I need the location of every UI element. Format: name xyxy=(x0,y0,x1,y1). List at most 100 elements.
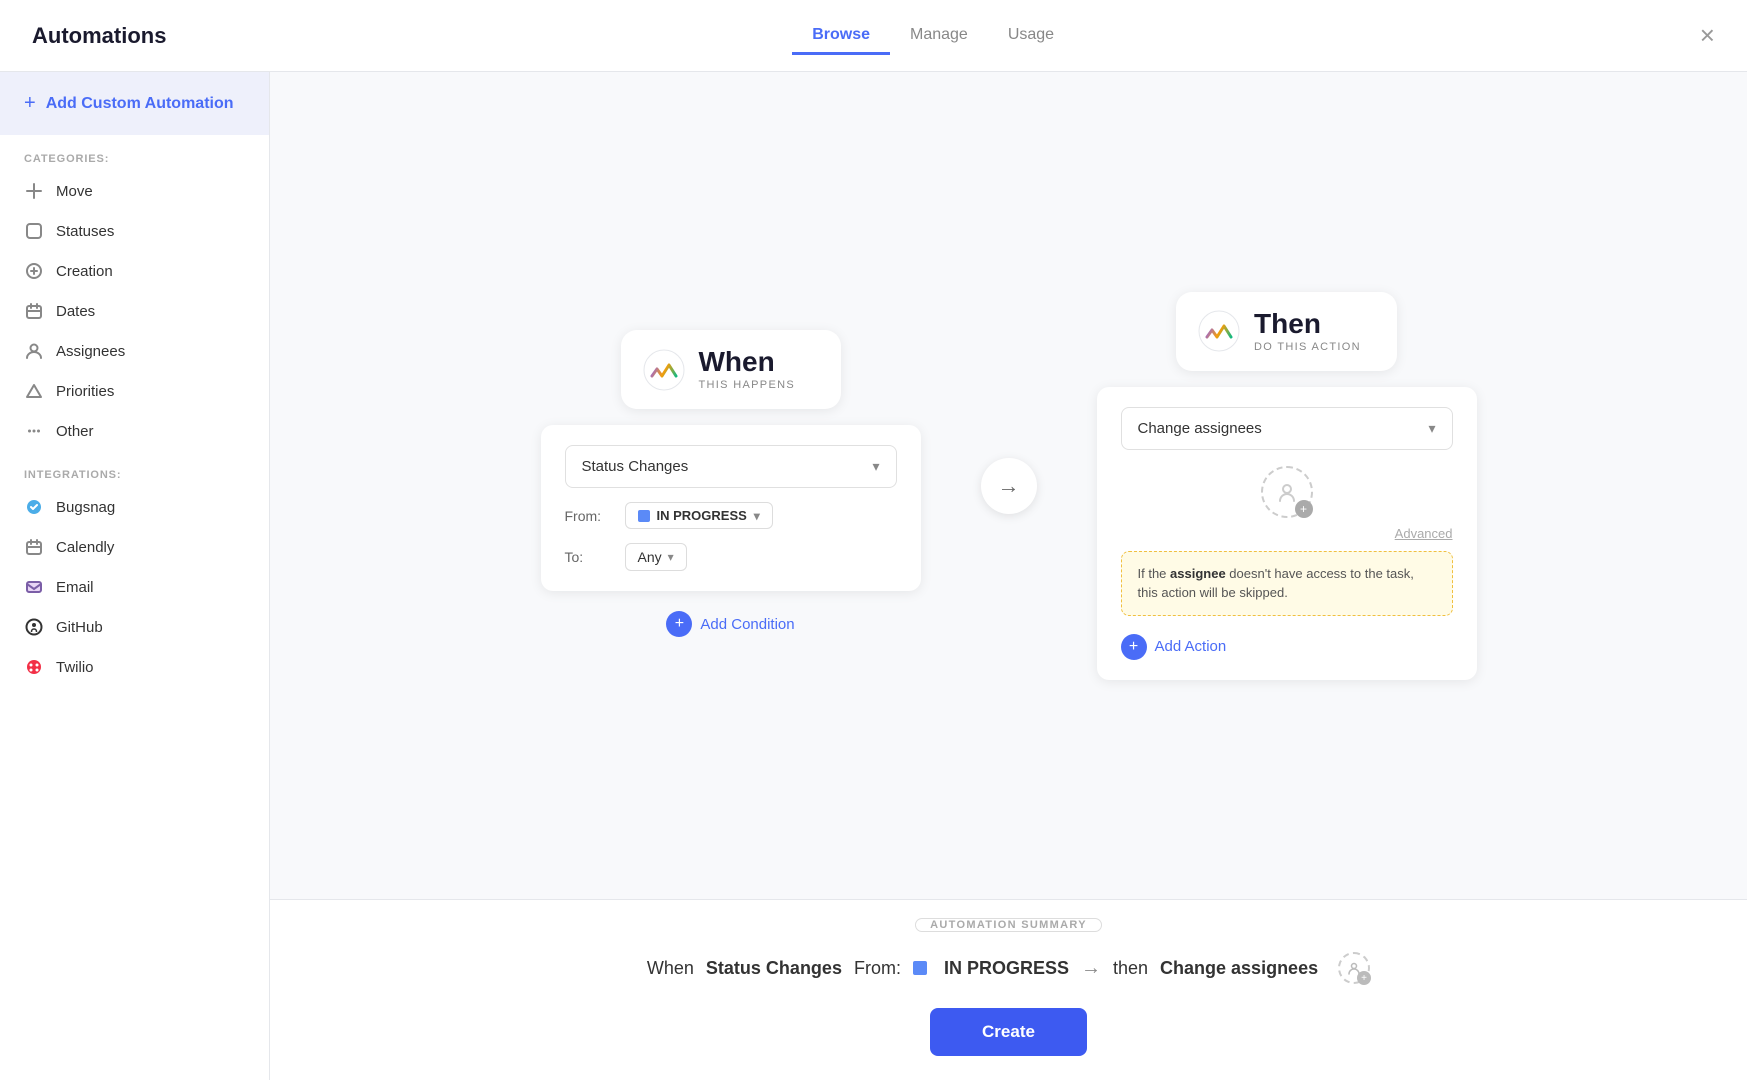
summary-change-assignees: Change assignees xyxy=(1160,958,1318,979)
arrow-connector: → xyxy=(981,458,1037,514)
advanced-link[interactable]: Advanced xyxy=(1121,526,1453,541)
sidebar: + Add Custom Automation CATEGORIES: Move… xyxy=(0,72,270,1080)
sidebar-item-statuses[interactable]: Statuses xyxy=(0,211,269,251)
chevron-down-icon-any: ▾ xyxy=(668,550,674,564)
sidebar-item-assignees[interactable]: Assignees xyxy=(0,331,269,371)
tab-browse[interactable]: Browse xyxy=(792,18,890,55)
sidebar-item-github[interactable]: GitHub xyxy=(0,607,269,647)
sidebar-item-priorities[interactable]: Priorities xyxy=(0,371,269,411)
sidebar-item-label: GitHub xyxy=(56,619,103,636)
workflow-area: When THIS HAPPENS Status Changes ▾ From: xyxy=(270,72,1747,899)
move-icon xyxy=(24,181,44,201)
sidebar-item-dates[interactable]: Dates xyxy=(0,291,269,331)
when-title-block: When THIS HAPPENS xyxy=(699,348,796,391)
when-title: When xyxy=(699,348,796,376)
tab-usage[interactable]: Usage xyxy=(988,18,1074,55)
header-tabs: Browse Manage Usage xyxy=(792,17,1074,54)
summary-from: From: xyxy=(854,958,901,979)
sidebar-item-label: Creation xyxy=(56,263,113,280)
add-condition-button[interactable]: + Add Condition xyxy=(666,607,794,641)
to-label: To: xyxy=(565,549,613,565)
to-any-dropdown[interactable]: Any ▾ xyxy=(625,543,687,571)
action-dropdown[interactable]: Change assignees ▾ xyxy=(1121,407,1453,450)
sidebar-item-creation[interactable]: Creation xyxy=(0,251,269,291)
trigger-dropdown[interactable]: Status Changes ▾ xyxy=(565,445,897,488)
then-trigger-wrapper: Then DO THIS ACTION Change assignees ▾ xyxy=(1097,292,1477,680)
to-any-label: Any xyxy=(638,549,662,565)
sidebar-item-email[interactable]: Email xyxy=(0,567,269,607)
statuses-icon xyxy=(24,221,44,241)
create-button[interactable]: Create xyxy=(930,1008,1087,1056)
add-custom-automation-label: Add Custom Automation xyxy=(46,95,234,113)
header: Automations Browse Manage Usage × xyxy=(0,0,1747,72)
integrations-label: INTEGRATIONS: xyxy=(0,451,269,487)
sidebar-item-bugsnag[interactable]: Bugsnag xyxy=(0,487,269,527)
sidebar-item-label: Other xyxy=(56,423,94,440)
calendly-icon xyxy=(24,537,44,557)
summary-then: then xyxy=(1113,958,1148,979)
close-button[interactable]: × xyxy=(1700,20,1715,51)
assignee-circle[interactable]: + xyxy=(1261,466,1313,518)
summary-status-changes: Status Changes xyxy=(706,958,842,979)
summary-assignee-placeholder: + xyxy=(1338,952,1370,984)
page-title: Automations xyxy=(32,23,166,49)
sidebar-item-twilio[interactable]: Twilio xyxy=(0,647,269,687)
summary-status-value: IN PROGRESS xyxy=(944,958,1069,979)
then-subtitle: DO THIS ACTION xyxy=(1254,341,1361,353)
dates-icon xyxy=(24,301,44,321)
summary-when: When xyxy=(647,958,694,979)
add-custom-automation-button[interactable]: + Add Custom Automation xyxy=(0,72,269,135)
warning-text-1: If the xyxy=(1138,566,1171,581)
summary-label-row: AUTOMATION SUMMARY xyxy=(915,900,1102,932)
sidebar-item-label: Calendly xyxy=(56,539,114,556)
add-action-button[interactable]: + Add Action xyxy=(1121,620,1227,660)
plus-icon: + xyxy=(24,92,36,115)
assignee-plus-icon: + xyxy=(1295,500,1313,518)
from-label: From: xyxy=(565,508,613,524)
sidebar-item-label: Statuses xyxy=(56,223,114,240)
to-row: To: Any ▾ xyxy=(565,529,897,571)
from-status-label: IN PROGRESS xyxy=(657,508,747,523)
chevron-down-icon: ▾ xyxy=(872,458,879,475)
assignee-placeholder: + xyxy=(1121,450,1453,526)
content-area: When THIS HAPPENS Status Changes ▾ From: xyxy=(270,72,1747,1080)
when-dropdown-card: Status Changes ▾ From: IN PROGRESS ▾ xyxy=(541,425,921,591)
person-icon xyxy=(1276,481,1298,503)
add-condition-label: Add Condition xyxy=(700,616,794,633)
warning-box: If the assignee doesn't have access to t… xyxy=(1121,551,1453,616)
bugsnag-icon xyxy=(24,497,44,517)
sidebar-item-label: Move xyxy=(56,183,93,200)
when-trigger-wrapper: When THIS HAPPENS Status Changes ▾ From: xyxy=(541,330,921,641)
categories-label: CATEGORIES: xyxy=(0,135,269,171)
then-header-card: Then DO THIS ACTION xyxy=(1176,292,1397,371)
sidebar-item-calendly[interactable]: Calendly xyxy=(0,527,269,567)
add-action-circle-icon: + xyxy=(1121,634,1147,660)
github-icon xyxy=(24,617,44,637)
summary-content: When Status Changes From: IN PROGRESS → … xyxy=(607,932,1410,1004)
action-label: Change assignees xyxy=(1138,420,1262,437)
sidebar-item-label: Bugsnag xyxy=(56,499,115,516)
sidebar-item-move[interactable]: Move xyxy=(0,171,269,211)
sidebar-item-other[interactable]: Other xyxy=(0,411,269,451)
then-title-block: Then DO THIS ACTION xyxy=(1254,310,1361,353)
tab-manage[interactable]: Manage xyxy=(890,18,988,55)
other-icon xyxy=(24,421,44,441)
creation-icon xyxy=(24,261,44,281)
then-title: Then xyxy=(1254,310,1361,338)
sidebar-item-label: Dates xyxy=(56,303,95,320)
chevron-down-icon-action: ▾ xyxy=(1428,420,1435,437)
arrow-icon: → xyxy=(998,473,1020,499)
status-dot-blue xyxy=(638,510,650,522)
clickup-logo xyxy=(643,349,685,391)
summary-status-dot xyxy=(913,961,927,975)
sidebar-item-label: Priorities xyxy=(56,383,114,400)
then-dropdown-card: Change assignees ▾ + xyxy=(1097,387,1477,680)
from-status-badge[interactable]: IN PROGRESS ▾ xyxy=(625,502,773,529)
main-layout: + Add Custom Automation CATEGORIES: Move… xyxy=(0,72,1747,1080)
summary-label: AUTOMATION SUMMARY xyxy=(915,918,1102,932)
from-row: From: IN PROGRESS ▾ xyxy=(565,488,897,529)
trigger-label: Status Changes xyxy=(582,458,689,475)
summary-bar: AUTOMATION SUMMARY When Status Changes F… xyxy=(270,899,1747,1080)
sidebar-item-label: Twilio xyxy=(56,659,94,676)
add-action-label: Add Action xyxy=(1155,638,1227,655)
